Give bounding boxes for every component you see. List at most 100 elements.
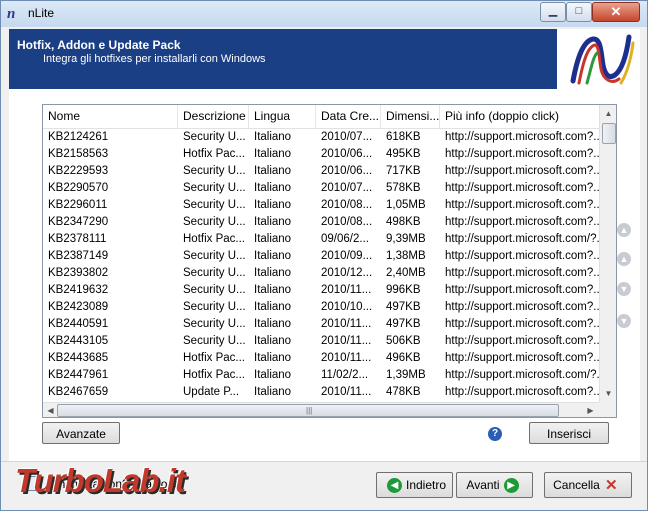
table-cell: Italiano bbox=[254, 352, 292, 364]
table-cell: http://support.microsoft.com?... bbox=[445, 284, 599, 296]
nlite-logo-icon bbox=[557, 29, 640, 89]
table-row[interactable]: KB2443685 Hotfix Pac... Italiano 2010/11...… bbox=[43, 350, 599, 367]
scroll-up-icon[interactable]: ▲ bbox=[600, 105, 616, 122]
table-row[interactable]: KB2447961 Hotfix Pac... Italiano 11/02/2...… bbox=[43, 367, 599, 384]
table-cell: http://support.microsoft.com?... bbox=[445, 386, 599, 398]
table-row[interactable]: KB2124261 Security U... Italiano 2010/07...… bbox=[43, 129, 599, 146]
table-cell: Hotfix Pac... bbox=[183, 352, 245, 364]
indietro-label: Indietro bbox=[405, 478, 447, 492]
table-cell: 2010/12... bbox=[321, 267, 373, 279]
horizontal-scrollbar[interactable]: ◀ ||| ▶ bbox=[43, 402, 599, 417]
column-header-descrizione[interactable]: Descrizione bbox=[178, 105, 249, 128]
table-cell: Italiano bbox=[254, 301, 292, 313]
table-cell: Security U... bbox=[183, 250, 246, 262]
table-cell: Italiano bbox=[254, 267, 292, 279]
table-cell: Italiano bbox=[254, 148, 292, 160]
scroll-right-icon[interactable]: ▶ bbox=[583, 403, 598, 417]
table-cell: 2010/06... bbox=[321, 148, 373, 160]
table-cell: http://support.microsoft.com?... bbox=[445, 148, 599, 160]
table-cell: 2010/10... bbox=[321, 301, 373, 313]
inserisci-button[interactable]: Inserisci bbox=[529, 422, 609, 444]
table-cell: KB2158563 bbox=[48, 148, 109, 160]
table-cell: http://support.microsoft.com?... bbox=[445, 216, 599, 228]
horizontal-scroll-thumb[interactable]: ||| bbox=[57, 404, 559, 417]
table-cell: KB2443105 bbox=[48, 335, 109, 347]
table-row[interactable]: KB2229593 Security U... Italiano 2010/06...… bbox=[43, 163, 599, 180]
move-bottom-icon[interactable]: ▼ bbox=[617, 314, 631, 328]
minimize-window-button[interactable]: ▁ bbox=[540, 2, 566, 22]
table-cell: 1,39MB bbox=[386, 369, 426, 381]
table-row[interactable]: KB2443105 Security U... Italiano 2010/11...… bbox=[43, 333, 599, 350]
maximize-window-button[interactable]: □ bbox=[566, 2, 592, 22]
hotfix-list[interactable]: Nome Descrizione Lingua Data Cre... Dime… bbox=[42, 104, 617, 418]
column-header-data[interactable]: Data Cre... bbox=[316, 105, 381, 128]
table-row[interactable]: KB2419632 Security U... Italiano 2010/11...… bbox=[43, 282, 599, 299]
table-cell: Italiano bbox=[254, 318, 292, 330]
table-row[interactable]: KB2393802 Security U... Italiano 2010/12...… bbox=[43, 265, 599, 282]
turbolab-watermark: TurboLab.it bbox=[15, 462, 186, 499]
table-cell: Security U... bbox=[183, 335, 246, 347]
table-row[interactable]: KB2347290 Security U... Italiano 2010/08...… bbox=[43, 214, 599, 231]
table-cell: 717KB bbox=[386, 165, 421, 177]
avanti-button[interactable]: Avanti ▶ bbox=[456, 472, 533, 498]
table-row[interactable]: KB2290570 Security U... Italiano 2010/07...… bbox=[43, 180, 599, 197]
table-cell: 1,38MB bbox=[386, 250, 426, 262]
table-cell: 2010/07... bbox=[321, 182, 373, 194]
content-area: Nome Descrizione Lingua Data Cre... Dime… bbox=[9, 89, 640, 461]
indietro-button[interactable]: ◀ Indietro bbox=[376, 472, 453, 498]
table-row[interactable]: KB2296011 Security U... Italiano 2010/08...… bbox=[43, 197, 599, 214]
move-down-icon[interactable]: ▼ bbox=[617, 282, 631, 296]
table-cell: http://support.microsoft.com?... bbox=[445, 352, 599, 364]
table-cell: http://support.microsoft.com?... bbox=[445, 165, 599, 177]
avanzate-button[interactable]: Avanzate bbox=[42, 422, 120, 444]
column-header-lingua[interactable]: Lingua bbox=[249, 105, 316, 128]
move-up-icon[interactable]: ▲ bbox=[617, 252, 631, 266]
table-cell: Security U... bbox=[183, 301, 246, 313]
table-cell: http://support.microsoft.com?... bbox=[445, 267, 599, 279]
table-cell: 578KB bbox=[386, 182, 421, 194]
table-cell: 996KB bbox=[386, 284, 421, 296]
scroll-down-icon[interactable]: ▼ bbox=[600, 385, 616, 402]
scroll-left-icon[interactable]: ◀ bbox=[43, 403, 58, 417]
table-row[interactable]: KB2158563 Hotfix Pac... Italiano 2010/06...… bbox=[43, 146, 599, 163]
move-top-icon[interactable]: ▲ bbox=[617, 223, 631, 237]
table-row[interactable]: KB2378111 Hotfix Pac... Italiano 09/06/2...… bbox=[43, 231, 599, 248]
table-cell: http://support.microsoft.com?... bbox=[445, 335, 599, 347]
table-cell: Italiano bbox=[254, 216, 292, 228]
table-cell: KB2443685 bbox=[48, 352, 109, 364]
help-icon[interactable]: ? bbox=[488, 427, 502, 441]
table-row[interactable]: KB2423089 Security U... Italiano 2010/10...… bbox=[43, 299, 599, 316]
table-cell: 2010/09... bbox=[321, 250, 373, 262]
table-row[interactable]: KB2440591 Security U... Italiano 2010/11...… bbox=[43, 316, 599, 333]
page-subtitle: Integra gli hotfixes per installarli con… bbox=[43, 53, 266, 65]
table-cell: Italiano bbox=[254, 131, 292, 143]
vertical-scrollbar[interactable]: ▲ ▼ bbox=[599, 105, 616, 402]
table-cell: Italiano bbox=[254, 369, 292, 381]
table-cell: 2010/11... bbox=[321, 335, 372, 347]
table-cell: KB2290570 bbox=[48, 182, 109, 194]
table-cell: 2,40MB bbox=[386, 267, 426, 279]
table-row[interactable]: KB2467659 Update P... Italiano 2010/11... 47… bbox=[43, 384, 599, 401]
table-cell: 2010/08... bbox=[321, 199, 373, 211]
table-cell: Security U... bbox=[183, 131, 246, 143]
back-arrow-icon: ◀ bbox=[386, 478, 402, 494]
column-header-nome[interactable]: Nome bbox=[43, 105, 178, 128]
table-cell: http://support.microsoft.com?... bbox=[445, 318, 599, 330]
column-header-piu-info[interactable]: Più info (doppio click) bbox=[440, 105, 599, 128]
table-cell: http://support.microsoft.com?... bbox=[445, 250, 599, 262]
cancel-x-icon: ✕ bbox=[605, 477, 618, 495]
column-header-dimensione[interactable]: Dimensi... bbox=[381, 105, 440, 128]
page-title: Hotfix, Addon e Update Pack bbox=[17, 38, 181, 52]
table-cell: Italiano bbox=[254, 165, 292, 177]
cancella-button[interactable]: Cancella ✕ bbox=[544, 472, 632, 498]
table-cell: 496KB bbox=[386, 352, 421, 364]
table-cell: 506KB bbox=[386, 335, 421, 347]
title-bar: n nLite ▁ □ ✕ bbox=[1, 1, 647, 27]
table-cell: Italiano bbox=[254, 233, 292, 245]
vertical-scroll-thumb[interactable] bbox=[602, 123, 616, 144]
table-cell: Security U... bbox=[183, 318, 246, 330]
close-window-button[interactable]: ✕ bbox=[592, 2, 640, 22]
table-cell: Hotfix Pac... bbox=[183, 233, 245, 245]
table-cell: Hotfix Pac... bbox=[183, 369, 245, 381]
table-row[interactable]: KB2387149 Security U... Italiano 2010/09...… bbox=[43, 248, 599, 265]
